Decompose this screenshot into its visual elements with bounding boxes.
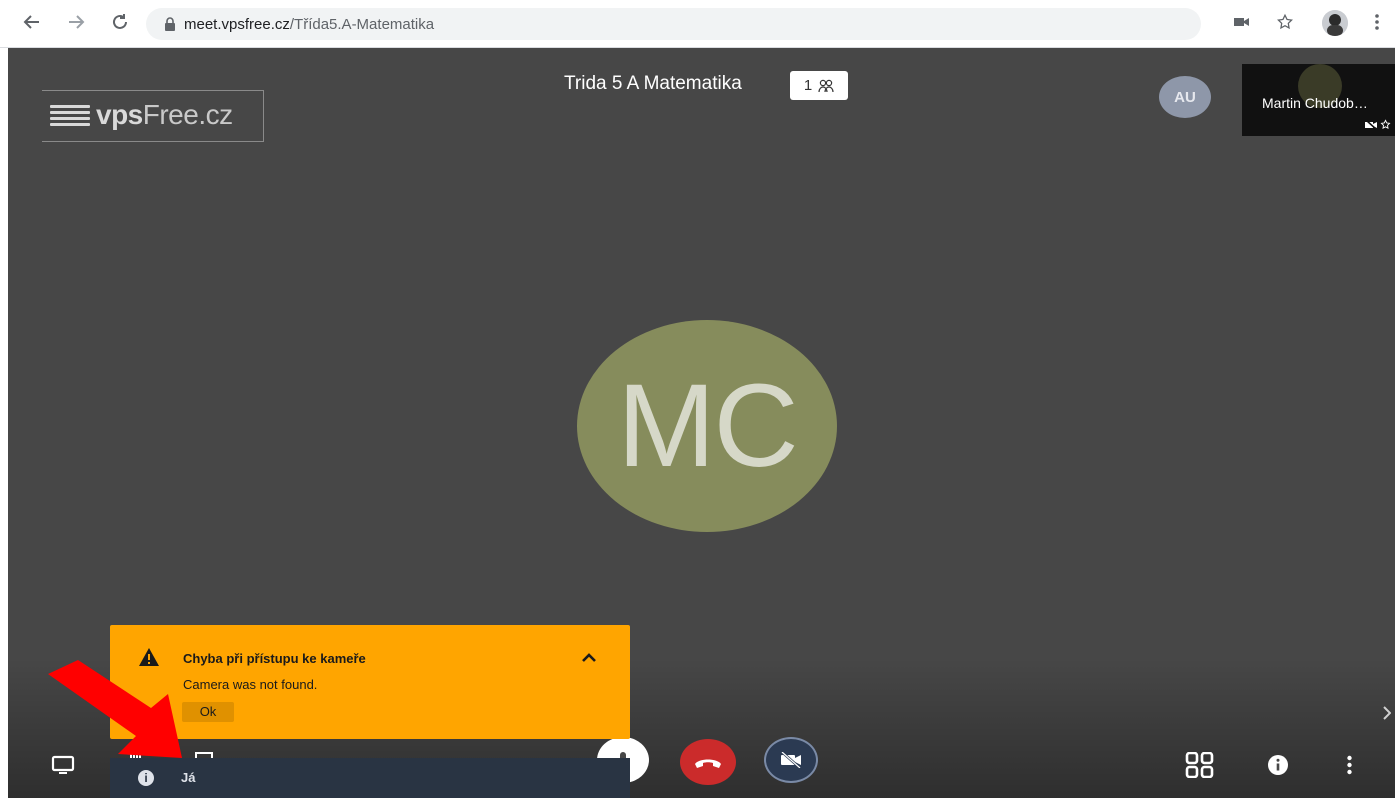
participant-thumbnail[interactable]: Martin Chudob… <box>1242 64 1395 136</box>
info-button[interactable] <box>1266 753 1290 777</box>
camera-icon <box>1234 18 1249 26</box>
camera-toggle-button[interactable] <box>764 737 818 783</box>
back-button[interactable] <box>20 10 44 34</box>
info-icon <box>1268 755 1288 775</box>
monitor-icon <box>51 755 75 774</box>
camera-error-notification: Chyba při přístupu ke kameře Camera was … <box>110 625 630 739</box>
participant-count-button[interactable]: 1 <box>790 71 848 100</box>
meeting-stage: vpsFree.cz Trida 5 A Matematika 1 AU Mar… <box>8 48 1395 798</box>
tile-view-button[interactable] <box>1184 751 1216 779</box>
people-icon <box>818 79 834 92</box>
participant-count: 1 <box>803 77 813 94</box>
hangup-button[interactable] <box>680 739 736 785</box>
video-off-icon <box>1365 119 1378 130</box>
main-participant-avatar: MC <box>577 320 837 532</box>
logo-light: Free.cz <box>142 99 233 130</box>
arrow-left-icon <box>23 15 39 29</box>
more-options-button[interactable] <box>1342 753 1356 777</box>
profile-image <box>1322 10 1348 36</box>
expand-filmstrip-button[interactable] <box>1380 704 1394 722</box>
url-host: meet.vpsfree.cz <box>184 16 290 33</box>
logo-bold: vps <box>96 99 143 130</box>
notification-title: Chyba při přístupu ke kameře <box>183 651 366 666</box>
arrow-right-icon <box>69 15 85 29</box>
chat-participant-label: Já <box>181 770 196 785</box>
meeting-title: Trida 5 A Matematika <box>564 73 742 94</box>
main-initials: MC <box>617 360 799 492</box>
lock-icon <box>165 17 175 31</box>
reload-button[interactable] <box>108 10 132 34</box>
logo-text: vpsFree.cz <box>96 99 233 131</box>
chat-panel[interactable]: i Já <box>110 758 630 798</box>
ok-button[interactable]: Ok <box>182 702 234 722</box>
reload-icon <box>113 14 127 29</box>
video-off-icon <box>781 752 801 768</box>
star-icon <box>1277 13 1293 30</box>
screen-share-button[interactable] <box>50 752 76 778</box>
hangup-phone-icon <box>695 759 721 768</box>
url-text: meet.vpsfree.cz/Třída5.A-Matematika <box>184 16 434 33</box>
logo-stripes-icon <box>50 105 90 127</box>
profile-avatar[interactable] <box>1322 10 1348 36</box>
vpsfree-logo[interactable]: vpsFree.cz <box>42 90 264 142</box>
info-icon: i <box>138 770 154 786</box>
warning-icon <box>139 648 159 666</box>
participant-avatar-au[interactable]: AU <box>1159 76 1211 118</box>
chevron-up-icon[interactable] <box>578 647 600 669</box>
au-initials: AU <box>1174 88 1196 106</box>
browser-toolbar: meet.vpsfree.cz/Třída5.A-Matematika <box>0 0 1395 48</box>
kebab-menu-icon <box>1346 755 1352 775</box>
chevron-right-icon <box>1383 706 1391 720</box>
bookmark-button[interactable] <box>1273 10 1297 34</box>
grid-icon <box>1185 752 1214 778</box>
notification-message: Camera was not found. <box>183 677 318 692</box>
camera-blocked-button[interactable] <box>1230 10 1254 34</box>
kebab-menu-icon <box>1375 14 1379 30</box>
star-icon <box>1380 119 1391 129</box>
thumbnail-status-icons <box>1365 119 1391 130</box>
forward-button[interactable] <box>64 10 88 34</box>
browser-menu-button[interactable] <box>1365 10 1389 34</box>
thumbnail-name: Martin Chudob… <box>1262 95 1368 111</box>
address-bar[interactable]: meet.vpsfree.cz/Třída5.A-Matematika <box>146 8 1201 40</box>
url-path: /Třída5.A-Matematika <box>289 16 435 33</box>
